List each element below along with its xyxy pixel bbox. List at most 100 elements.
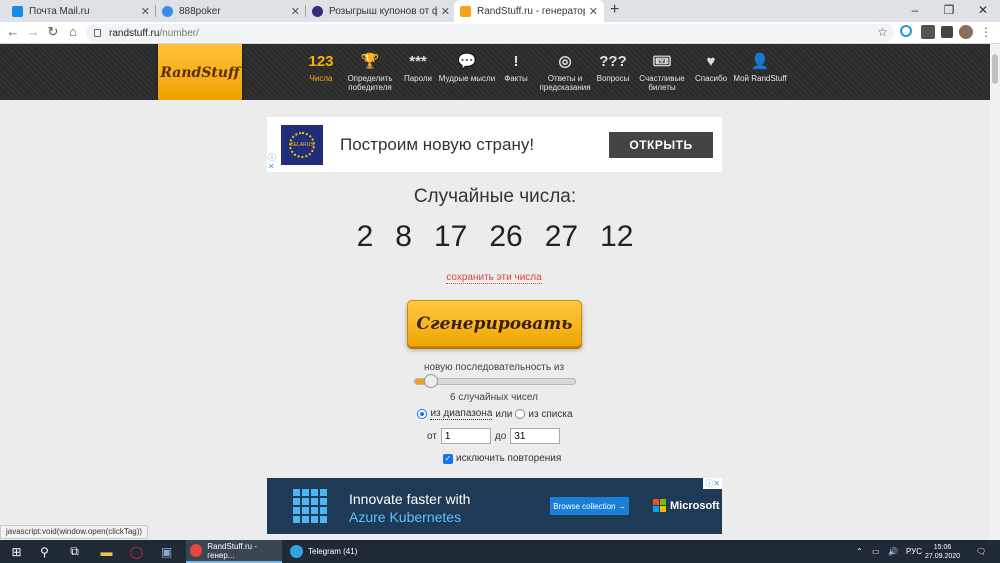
browser-toolbar: ← → ↻ ⌂ randstuff.ru/number/ ☆ — [0, 22, 1000, 44]
generate-button[interactable]: Сгенерировать — [407, 300, 582, 347]
from-input[interactable] — [440, 428, 491, 444]
reload-icon[interactable]: ↻ — [44, 24, 62, 40]
puzzle-icon[interactable] — [941, 26, 953, 38]
taskbar-app-chrome[interactable]: RandStuff.ru - генер... — [186, 540, 282, 563]
flag-image: BELARUS — [281, 125, 323, 165]
flag-text: BELARUS — [289, 132, 315, 158]
menu-item-my-randstuff[interactable]: 👤 Мой RandStuff — [730, 48, 790, 84]
exclude-repeats-row: ✓ исключить повторения — [443, 453, 561, 464]
clock-date: 27.09.2020 — [925, 553, 961, 560]
ad-open-button[interactable]: ОТКРЫТЬ — [609, 132, 713, 158]
extension-icon[interactable] — [921, 25, 935, 39]
status-bar-url: javascript:void(window.open(clickTag)) — [0, 525, 149, 539]
close-icon[interactable]: ✕ — [291, 5, 300, 18]
profile-avatar[interactable] — [959, 25, 973, 39]
tab-mail[interactable]: Почта Mail.ru ✕ — [6, 0, 156, 22]
ad-line2: Azure Kubernetes — [349, 509, 462, 525]
mode-list-label[interactable]: из списка — [528, 409, 572, 420]
notifications-icon[interactable]: 🗨 — [976, 540, 986, 563]
mode-range-label[interactable]: из диапазона — [430, 408, 493, 420]
volume-icon[interactable]: 🔊 — [888, 540, 898, 563]
random-number: 8 — [395, 220, 412, 253]
randstuff-icon — [460, 5, 471, 17]
page-title: Случайные числа: — [413, 186, 577, 207]
minimize-button[interactable]: – — [898, 0, 932, 22]
address-bar[interactable]: randstuff.ru/number/ ☆ — [86, 24, 894, 42]
clock[interactable]: 15:06 27.09.2020 — [925, 543, 960, 561]
maximize-button[interactable]: ❐ — [932, 0, 966, 22]
top-ad-banner[interactable]: BELARUS Построим новую страну! ОТКРЫТЬ — [267, 117, 722, 172]
address-path: /number/ — [159, 27, 199, 39]
chrome-icon — [190, 544, 203, 557]
address-host: randstuff.ru — [109, 27, 160, 39]
random-number: 2 — [356, 220, 374, 253]
sequence-label: новую последовательность из — [423, 362, 565, 373]
logo-text: RandStuff — [160, 65, 240, 81]
extension-icon[interactable] — [900, 25, 912, 37]
back-icon[interactable]: ← — [4, 24, 22, 39]
to-label: до — [494, 430, 507, 442]
close-icon[interactable]: ✕ — [141, 5, 150, 18]
ad-line1: Innovate faster with — [349, 491, 471, 507]
browse-collection-button[interactable]: Browse collection → — [550, 497, 629, 515]
home-icon[interactable]: ⌂ — [64, 24, 82, 39]
new-tab-button[interactable]: + — [610, 1, 619, 19]
search-icon[interactable]: ⚲ — [36, 543, 53, 560]
clock-time: 15:06 — [933, 544, 952, 551]
save-numbers-link[interactable]: сохранить эти числа — [446, 272, 542, 284]
ad-info-icon[interactable]: ⓘ ✕ — [268, 153, 276, 171]
count-label: 6 случайных чисел — [450, 392, 538, 403]
forward-icon[interactable]: → — [24, 24, 42, 39]
exclude-repeats-checkbox[interactable]: ✓ — [443, 453, 453, 464]
poker-icon — [162, 5, 173, 17]
windows-taskbar: ⊞ ⚲ ⧉ ▬ ◯ ▣ RandStuff.ru - генер... Tele… — [0, 540, 1000, 563]
close-icon[interactable]: ✕ — [441, 5, 450, 18]
generate-button-label: Сгенерировать — [416, 313, 573, 334]
site-header: RandStuff 123 Числа 🏆 Определить победит… — [0, 44, 1000, 102]
tab-forum[interactable]: Розыгрыш купонов от форума ✕ — [306, 0, 456, 22]
menu-dots-icon[interactable]: ⋮ — [980, 25, 992, 39]
taskbar-app-telegram[interactable]: Telegram (41) — [286, 540, 366, 563]
mode-or-label: или — [495, 408, 513, 420]
mail-icon — [12, 5, 23, 17]
save-numbers-link-wrap: сохранить эти числа — [394, 272, 594, 284]
task-view-icon[interactable]: ⧉ — [66, 543, 83, 560]
count-slider[interactable] — [414, 374, 576, 388]
random-number: 27 — [544, 220, 579, 253]
microsoft-brand: Microsoft — [653, 499, 720, 512]
file-explorer-icon[interactable]: ▬ — [98, 543, 115, 560]
site-logo[interactable]: RandStuff — [158, 44, 242, 102]
radio-range[interactable] — [417, 409, 428, 419]
browser-tab-bar: Почта Mail.ru ✕ 888poker ✕ Розыгрыш купо… — [0, 0, 1000, 22]
tray-chevron-icon[interactable]: ⌃ — [856, 540, 863, 563]
bookmark-star-icon[interactable]: ☆ — [877, 25, 888, 39]
page-scrollbar[interactable] — [990, 44, 1000, 540]
scrollbar-thumb[interactable] — [992, 54, 998, 84]
telegram-icon — [290, 545, 303, 558]
random-number: 12 — [600, 220, 634, 253]
windows-start-icon[interactable]: ⊞ — [8, 543, 25, 560]
language-indicator[interactable]: РУС — [906, 540, 922, 563]
save-app-icon[interactable]: ▣ — [158, 543, 175, 560]
exclude-repeats-label[interactable]: исключить повторения — [456, 453, 561, 464]
microsoft-logo-icon — [653, 499, 666, 512]
kubernetes-grid-icon — [293, 489, 327, 523]
tab-title: 888poker — [179, 5, 221, 17]
ad-text: Построим новую страну! — [340, 135, 535, 154]
user-icon: 👤 — [750, 52, 770, 70]
network-icon[interactable]: ▭ — [872, 540, 880, 563]
ad-close-icon[interactable]: ⓘ✕ — [703, 478, 722, 489]
forum-icon — [312, 5, 323, 17]
range-inputs: от до — [427, 428, 561, 444]
close-icon[interactable]: ✕ — [589, 5, 598, 18]
to-input[interactable] — [510, 428, 561, 444]
opera-icon[interactable]: ◯ — [128, 543, 145, 560]
tab-888poker[interactable]: 888poker ✕ — [156, 0, 306, 22]
tab-randstuff[interactable]: RandStuff.ru - генератор случай ✕ — [454, 0, 604, 22]
random-numbers: 2 8 17 26 27 12 — [340, 220, 650, 254]
close-window-button[interactable]: ✕ — [966, 0, 1000, 22]
bottom-ad-banner[interactable]: Innovate faster with Azure Kubernetes Br… — [267, 478, 722, 534]
slider-handle[interactable] — [424, 374, 438, 388]
radio-list[interactable] — [515, 409, 526, 419]
menu-label: Мой RandStuff — [733, 74, 787, 83]
